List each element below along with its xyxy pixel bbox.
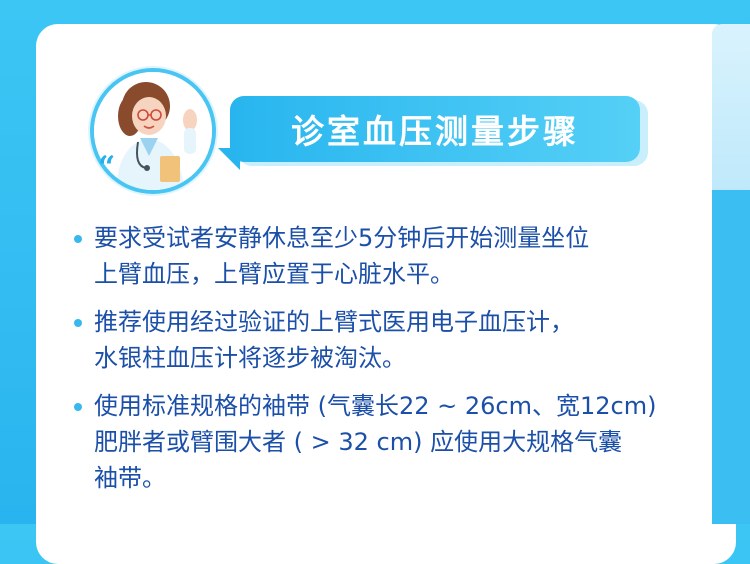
bullet-list: 要求受试者安静休息至少5分钟后开始测量坐位 上臂血压，上臂应置于心脏水平。 推荐… xyxy=(70,220,702,508)
title-ribbon: 诊室血压测量步骤 xyxy=(230,96,640,162)
bullet-dot-icon xyxy=(74,319,82,327)
list-item-line: 袖带。 xyxy=(94,464,166,492)
list-item: 推荐使用经过验证的上臂式医用电子血压计， 水银柱血压计将逐步被淘汰。 xyxy=(70,304,702,376)
list-item: 要求受试者安静休息至少5分钟后开始测量坐位 上臂血压，上臂应置于心脏水平。 xyxy=(70,220,702,292)
page-title: 诊室血压测量步骤 xyxy=(291,112,579,151)
list-item-line: 要求受试者安静休息至少5分钟后开始测量坐位 xyxy=(94,224,590,252)
bullet-dot-icon xyxy=(74,235,82,243)
list-item-line: 肥胖者或臂围大者 ( > 32 cm) 应使用大规格气囊 xyxy=(94,428,623,456)
list-item-line: 上臂血压，上臂应置于心脏水平。 xyxy=(94,260,454,288)
list-item-line: 水银柱血压计将逐步被淘汰。 xyxy=(94,344,406,372)
list-item-line: 使用标准规格的袖带 (气囊长22 ~ 26cm、宽12cm) xyxy=(94,392,657,420)
list-item: 使用标准规格的袖带 (气囊长22 ~ 26cm、宽12cm) 肥胖者或臂围大者 … xyxy=(70,388,702,496)
side-strip xyxy=(712,24,750,190)
list-item-line: 推荐使用经过验证的上臂式医用电子血压计， xyxy=(94,308,574,336)
quote-mark-icon: “ xyxy=(98,150,116,185)
side-strip-lower xyxy=(712,190,750,524)
bullet-dot-icon xyxy=(74,403,82,411)
